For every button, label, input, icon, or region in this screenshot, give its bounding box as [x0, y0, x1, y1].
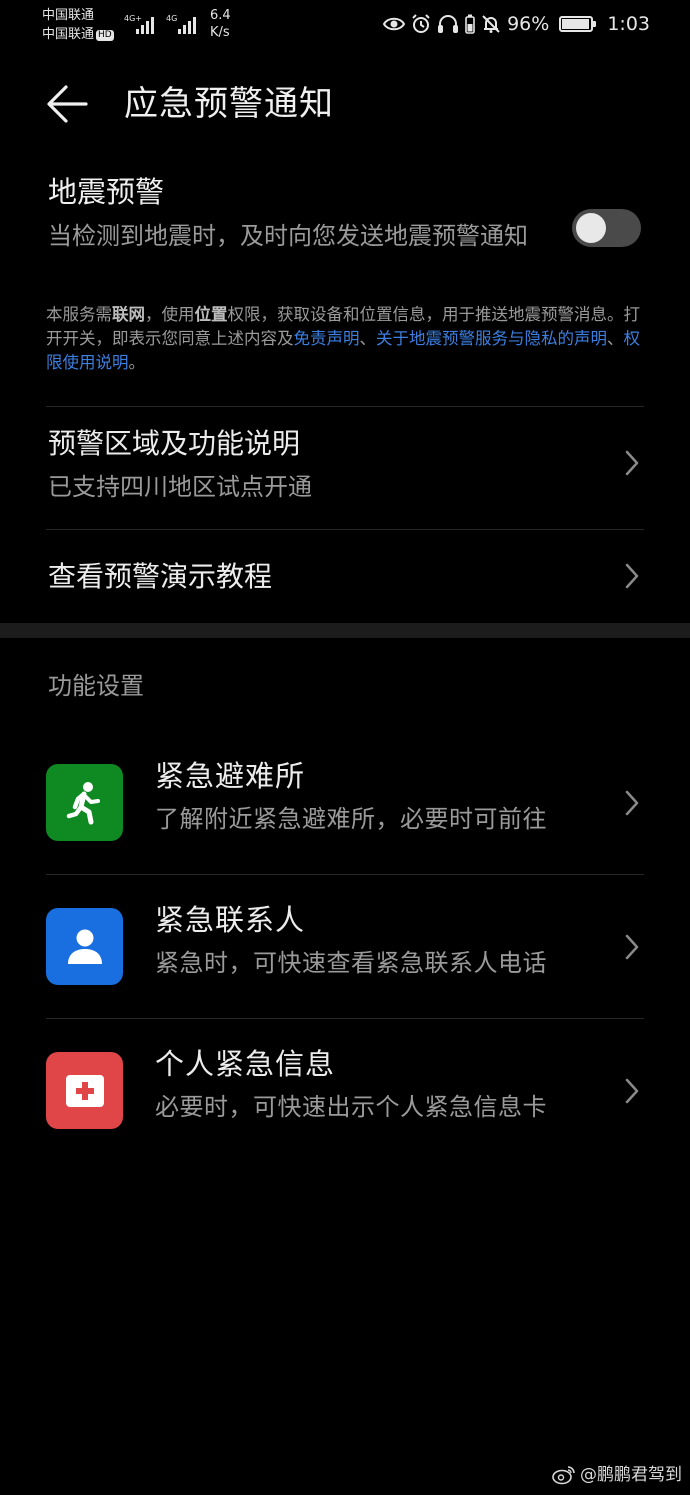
region-info-title: 预警区域及功能说明: [48, 427, 301, 460]
chevron-right-icon: [625, 934, 639, 960]
emergency-contacts-title: 紧急联系人: [155, 903, 306, 937]
status-icons: 96% 1:03: [383, 10, 650, 38]
toggle-knob: [576, 213, 606, 243]
personal-emergency-info-item[interactable]: 个人紧急信息 必要时，可快速出示个人紧急信息卡: [0, 1047, 690, 1172]
clock: 1:03: [607, 13, 650, 35]
eye-icon: [383, 16, 406, 32]
region-info-subtitle: 已支持四川地区试点开通: [48, 473, 312, 501]
watermark-text: @鹏鹏君驾到: [580, 1465, 682, 1485]
emergency-shelter-subtitle: 了解附近紧急避难所，必要时可前往: [155, 805, 547, 833]
watermark: @鹏鹏君驾到: [552, 1463, 682, 1487]
hd-badge: HD: [96, 30, 114, 41]
carrier-info: 中国联通 中国联通 HD: [42, 6, 114, 44]
emergency-shelter-tile: [46, 764, 123, 841]
divider: [46, 874, 644, 875]
earthquake-alert-description: 当检测到地震时，及时向您发送地震预警通知: [48, 222, 528, 250]
contact-person-icon: [67, 929, 102, 964]
emergency-shelter-title: 紧急避难所: [155, 759, 306, 793]
network-type-2: 4G: [166, 14, 178, 23]
signal-2-icon: 4G: [166, 14, 202, 36]
signal-1-icon: 4G+: [124, 14, 160, 36]
emergency-contacts-item[interactable]: 紧急联系人 紧急时，可快速查看紧急联系人电话: [0, 903, 690, 1028]
chevron-right-icon: [625, 563, 639, 589]
alarm-icon: [411, 14, 431, 34]
carrier-1: 中国联通: [42, 8, 95, 23]
running-person-icon: [66, 781, 100, 824]
section-label-feature-settings: 功能设置: [48, 672, 144, 700]
personal-emergency-info-tile: [46, 1052, 123, 1129]
battery-icon: [559, 16, 597, 32]
personal-emergency-info-title: 个人紧急信息: [155, 1047, 336, 1081]
battery-percent: 96%: [507, 13, 550, 35]
app-header: 应急预警通知: [0, 70, 690, 140]
speed-value: 6.4: [210, 8, 231, 23]
notice-text: 本服务需: [46, 305, 112, 324]
tutorial-row[interactable]: 查看预警演示教程: [0, 530, 690, 622]
notice-separator: 、: [607, 329, 624, 348]
mute-bell-icon: [481, 14, 501, 34]
region-info-row[interactable]: 预警区域及功能说明 已支持四川地区试点开通: [0, 407, 690, 529]
chevron-right-icon: [625, 450, 639, 476]
emergency-contacts-subtitle: 紧急时，可快速查看紧急联系人电话: [155, 949, 547, 977]
notice-text: ，使用: [145, 305, 195, 324]
notice-text: 。: [128, 353, 146, 372]
back-button[interactable]: [46, 82, 94, 126]
disclaimer-link[interactable]: 免责声明: [294, 329, 360, 348]
speed-unit: K/s: [210, 25, 230, 40]
chevron-right-icon: [625, 790, 639, 816]
earthquake-alert-toggle[interactable]: [572, 209, 641, 247]
notice-separator: 、: [359, 329, 377, 348]
service-notice: 本服务需联网，使用位置权限，获取设备和位置信息，用于推送地震预警消息。打开开关，…: [46, 303, 646, 375]
divider: [46, 1018, 644, 1019]
carrier-2-row: 中国联通 HD: [42, 25, 114, 44]
notice-bold-network: 联网: [112, 305, 145, 324]
section-separator: [0, 623, 690, 638]
weibo-icon: [552, 1466, 575, 1485]
headset-icon: [437, 14, 459, 34]
privacy-statement-link[interactable]: 关于地震预警服务与隐私的声明: [376, 329, 607, 348]
emergency-shelter-item[interactable]: 紧急避难所 了解附近紧急避难所，必要时可前往: [0, 759, 690, 884]
tutorial-title: 查看预警演示教程: [48, 560, 273, 593]
arrow-left-icon: [47, 85, 88, 123]
status-bar: 中国联通 中国联通 HD 4G+ 4G 6.4 K/s 96% 1:03: [0, 0, 690, 48]
network-speed: 6.4 K/s: [210, 7, 231, 41]
emergency-contacts-tile: [46, 908, 123, 985]
page-title: 应急预警通知: [124, 84, 334, 124]
notice-bold-location: 位置: [194, 305, 228, 324]
chevron-right-icon: [625, 1078, 639, 1104]
medical-cross-icon: [65, 1074, 104, 1107]
earthquake-alert-title: 地震预警: [48, 175, 165, 209]
personal-emergency-info-subtitle: 必要时，可快速出示个人紧急信息卡: [155, 1093, 547, 1121]
small-battery-icon: [465, 14, 475, 34]
carrier-2: 中国联通: [42, 27, 95, 42]
